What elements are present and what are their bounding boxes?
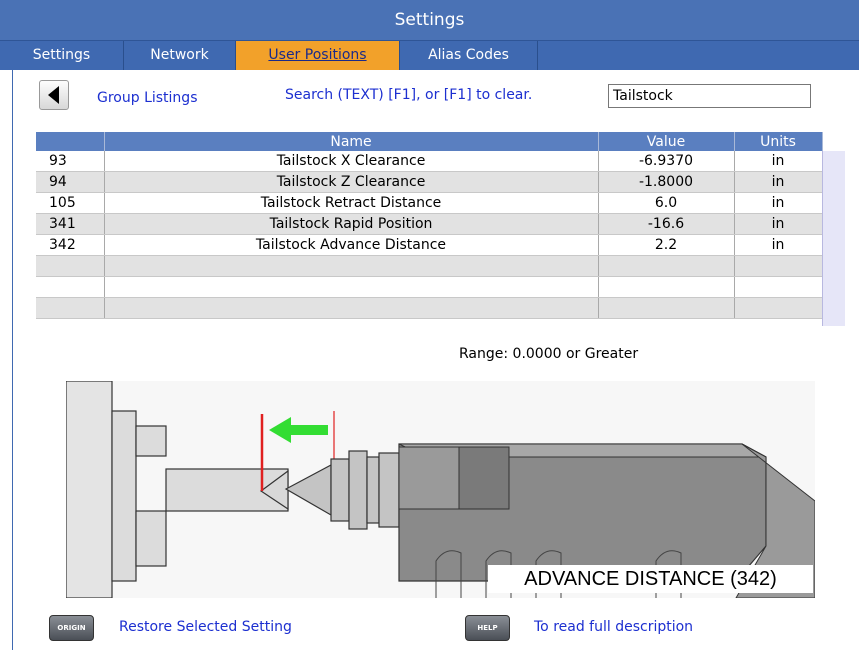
setting-name: Tailstock Retract Distance xyxy=(104,192,599,214)
setting-name: Tailstock Z Clearance xyxy=(104,171,599,193)
tab-bar: Settings Network User Positions Alias Co… xyxy=(0,40,859,70)
setting-units: in xyxy=(734,234,823,256)
table-row-empty xyxy=(36,255,823,277)
search-hint: Search (TEXT) [F1], or [F1] to clear. xyxy=(285,87,533,103)
header-number xyxy=(36,132,105,151)
range-text: Range: 0.0000 or Greater xyxy=(459,346,639,362)
setting-units: in xyxy=(734,192,823,214)
window-title: Settings xyxy=(0,0,859,40)
setting-number: 93 xyxy=(36,151,105,172)
settings-table: Name Value Units 93 Tailstock X Clearanc… xyxy=(36,132,823,319)
setting-name: Tailstock X Clearance xyxy=(104,151,599,172)
setting-value[interactable]: 6.0 xyxy=(598,192,735,214)
table-scrollbar[interactable] xyxy=(822,151,845,326)
diagram-label: ADVANCE DISTANCE (342) xyxy=(488,565,813,593)
setting-number: 341 xyxy=(36,213,105,235)
help-key-button[interactable]: HELP xyxy=(465,615,510,641)
help-description-text: To read full description xyxy=(534,619,694,635)
setting-value[interactable]: -1.8000 xyxy=(598,171,735,193)
setting-number: 342 xyxy=(36,234,105,256)
back-button[interactable] xyxy=(39,80,69,110)
setting-units: in xyxy=(734,213,823,235)
table-row[interactable]: 105 Tailstock Retract Distance 6.0 in xyxy=(36,192,823,214)
setting-number: 105 xyxy=(36,192,105,214)
setting-name: Tailstock Advance Distance xyxy=(104,234,599,256)
table-row-empty xyxy=(36,276,823,298)
table-row[interactable]: 94 Tailstock Z Clearance -1.8000 in xyxy=(36,171,823,193)
table-row[interactable]: 93 Tailstock X Clearance -6.9370 in xyxy=(36,151,823,172)
group-listings-link[interactable]: Group Listings xyxy=(97,90,198,106)
restore-setting-text: Restore Selected Setting xyxy=(119,619,292,635)
back-triangle-icon xyxy=(48,86,59,104)
setting-units: in xyxy=(734,151,823,172)
header-name: Name xyxy=(104,132,599,151)
tab-network[interactable]: Network xyxy=(124,41,236,70)
header-value: Value xyxy=(598,132,735,151)
setting-value[interactable]: -6.9370 xyxy=(598,151,735,172)
table-header-row: Name Value Units xyxy=(36,132,823,151)
search-input[interactable]: Tailstock xyxy=(608,84,811,108)
setting-number: 94 xyxy=(36,171,105,193)
tab-alias-codes[interactable]: Alias Codes xyxy=(400,41,538,70)
origin-key-button[interactable]: ORIGIN xyxy=(49,615,94,641)
setting-name: Tailstock Rapid Position xyxy=(104,213,599,235)
setting-units: in xyxy=(734,171,823,193)
setting-value[interactable]: -16.6 xyxy=(598,213,735,235)
tab-settings[interactable]: Settings xyxy=(0,41,124,70)
table-row[interactable]: 342 Tailstock Advance Distance 2.2 in xyxy=(36,234,823,256)
header-units: Units xyxy=(734,132,823,151)
table-row-empty xyxy=(36,297,823,319)
table-row[interactable]: 341 Tailstock Rapid Position -16.6 in xyxy=(36,213,823,235)
tab-user-positions[interactable]: User Positions xyxy=(236,41,400,70)
setting-value[interactable]: 2.2 xyxy=(598,234,735,256)
